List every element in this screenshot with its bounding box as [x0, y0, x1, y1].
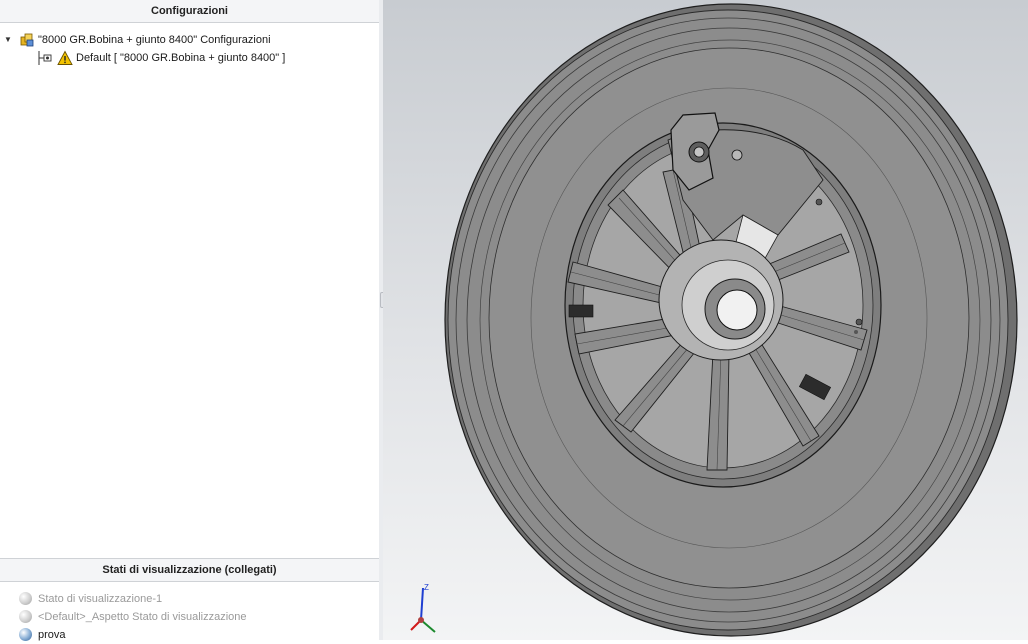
display-state-item[interactable]: prova	[0, 626, 379, 644]
display-state-label: <Default>_Aspetto Stato di visualizzazio…	[38, 611, 247, 623]
z-axis-line	[420, 587, 424, 621]
config-item-label: Default [ "8000 GR.Bobina + giunto 8400"…	[76, 52, 286, 64]
triad-origin	[418, 617, 424, 623]
z-axis-label: Z	[424, 583, 429, 592]
display-state-label: Stato di visualizzazione-1	[38, 593, 163, 605]
display-state-icon	[19, 592, 32, 605]
display-state-active-icon	[19, 628, 32, 641]
config-root-label: "8000 GR.Bobina + giunto 8400" Configura…	[38, 34, 271, 46]
display-state-item[interactable]: Stato di visualizzazione-1	[0, 590, 379, 608]
orientation-triad: Z	[410, 583, 436, 633]
configuration-tree: ▼ "8000 GR.Bobina + giunto 8400" Configu…	[0, 31, 379, 67]
display-state-item[interactable]: <Default>_Aspetto Stato di visualizzazio…	[0, 608, 379, 626]
graphics-viewport[interactable]: Z	[383, 0, 1028, 640]
display-state-label: prova	[38, 629, 66, 641]
configuration-icon	[38, 51, 52, 65]
display-state-icon	[19, 610, 32, 623]
display-states-header: Stati di visualizzazione (collegati)	[0, 559, 379, 582]
config-root-row[interactable]: ▼ "8000 GR.Bobina + giunto 8400" Configu…	[0, 31, 379, 49]
warning-icon	[57, 50, 73, 65]
assembly-config-icon	[20, 33, 34, 47]
spool-model[interactable]	[383, 0, 1028, 640]
feature-manager-panel: Configurazioni ▼ "8000 GR.Bobina + giunt…	[0, 0, 380, 641]
collapse-arrow-icon[interactable]: ▼	[4, 31, 14, 49]
display-states-panel: Stati di visualizzazione (collegati) Sta…	[0, 558, 379, 641]
configurations-header: Configurazioni	[0, 0, 379, 23]
config-item-default[interactable]: Default [ "8000 GR.Bobina + giunto 8400"…	[0, 49, 379, 67]
